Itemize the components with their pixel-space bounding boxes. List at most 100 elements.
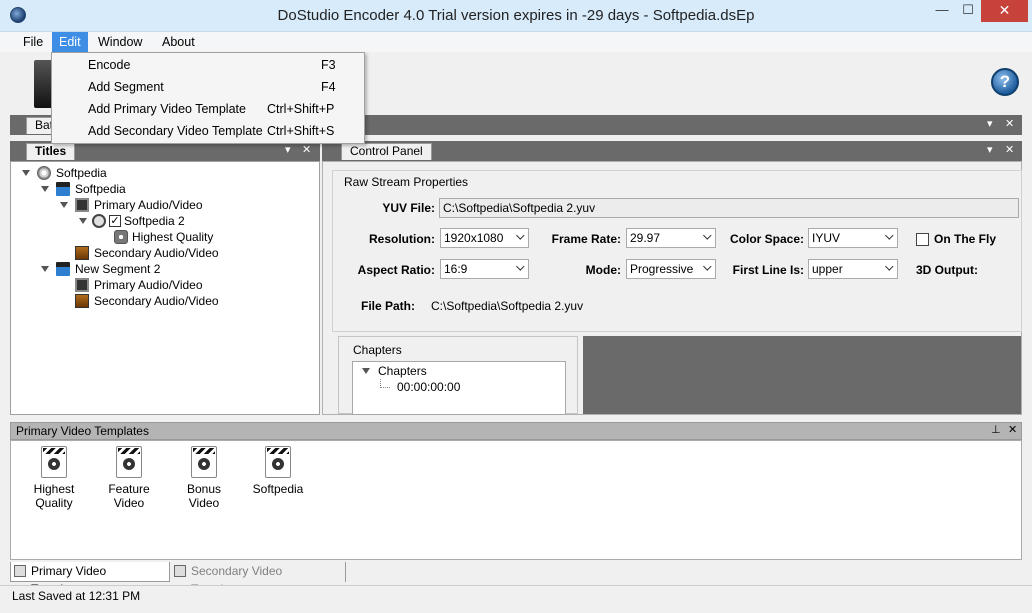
menu-item-label: Add Secondary Video Template xyxy=(88,124,263,138)
template-video-icon[interactable] xyxy=(265,446,291,478)
color-space-select[interactable]: IYUV xyxy=(808,228,898,248)
close-icon[interactable]: ✕ xyxy=(1005,142,1014,158)
frame-rate-select[interactable]: 29.97 xyxy=(626,228,716,248)
template-video-icon[interactable] xyxy=(116,446,142,478)
clapper-icon xyxy=(56,182,70,196)
template-item-label[interactable]: Feature Video xyxy=(93,482,165,510)
expand-arrow-icon[interactable] xyxy=(60,202,68,208)
templates-header-title: Primary Video Templates xyxy=(16,424,149,438)
maximize-button[interactable]: ☐ xyxy=(955,0,981,22)
close-button[interactable]: ✕ xyxy=(981,0,1028,22)
tab-primary-video-templates[interactable]: Primary Video Templates xyxy=(10,562,170,596)
tree-label: Softpedia xyxy=(75,182,126,196)
template-icon xyxy=(174,565,186,577)
reel-icon xyxy=(92,214,106,228)
checkbox-checked-icon[interactable]: ✓ xyxy=(109,215,121,227)
first-line-label: First Line Is: xyxy=(732,263,804,277)
pin-icon[interactable]: ⊥ xyxy=(991,423,1001,436)
tree-label: Secondary Audio/Video xyxy=(94,246,219,260)
tree-label: Primary Audio/Video xyxy=(94,278,203,292)
template-video-icon[interactable] xyxy=(191,446,217,478)
tree-label: Primary Audio/Video xyxy=(94,198,203,212)
aspect-ratio-label: Aspect Ratio: xyxy=(357,263,435,277)
chevron-down-icon xyxy=(885,262,894,271)
menu-item-add-primary-video-template[interactable]: Add Primary Video Template Ctrl+Shift+P xyxy=(53,98,363,120)
template-item-label[interactable]: Bonus Video xyxy=(171,482,237,510)
chevron-down-icon xyxy=(516,231,525,240)
gear-icon xyxy=(114,230,128,244)
menu-item-shortcut: Ctrl+Shift+S xyxy=(267,124,335,138)
resolution-select[interactable]: 1920x1080 xyxy=(440,228,529,248)
monitor-icon xyxy=(75,278,89,292)
tab-secondary-video-templates[interactable]: Secondary Video Templates xyxy=(171,562,346,596)
chevron-down-icon xyxy=(703,231,712,240)
window-title: DoStudio Encoder 4.0 Trial version expir… xyxy=(277,7,755,24)
first-line-select[interactable]: upper xyxy=(808,259,898,279)
expand-arrow-icon[interactable] xyxy=(79,218,87,224)
file-path-value: C:\Softpedia\Softpedia 2.yuv xyxy=(431,299,584,313)
chevron-down-icon xyxy=(703,262,712,271)
menu-file[interactable]: File xyxy=(16,32,50,52)
expand-arrow-icon[interactable] xyxy=(41,266,49,272)
close-icon[interactable]: ✕ xyxy=(302,142,311,158)
disc-icon xyxy=(37,166,51,180)
help-icon[interactable]: ? xyxy=(991,68,1019,96)
menu-about[interactable]: About xyxy=(155,32,202,52)
template-icon xyxy=(14,565,26,577)
expand-arrow-icon[interactable] xyxy=(22,170,30,176)
menu-item-add-secondary-video-template[interactable]: Add Secondary Video Template Ctrl+Shift+… xyxy=(53,120,363,142)
clapper-icon xyxy=(56,262,70,276)
chevron-down-icon[interactable]: ▾ xyxy=(987,116,993,132)
tab-titles[interactable]: Titles xyxy=(26,143,76,160)
menu-edit[interactable]: Edit xyxy=(52,32,88,52)
mode-select[interactable]: Progressive xyxy=(626,259,716,279)
close-icon[interactable]: ✕ xyxy=(1008,423,1017,436)
yuv-file-field[interactable]: C:\Softpedia\Softpedia 2.yuv xyxy=(439,198,1019,218)
aspect-ratio-value: 16:9 xyxy=(444,262,468,276)
frame-rate-value: 29.97 xyxy=(630,231,661,245)
tree-label: Softpedia xyxy=(56,166,107,180)
chevron-down-icon xyxy=(885,231,894,240)
chevron-down-icon[interactable]: ▾ xyxy=(285,142,291,158)
tree-label: Highest Quality xyxy=(132,230,214,244)
mode-value: Progressive xyxy=(630,262,694,276)
expand-arrow-icon[interactable] xyxy=(41,186,49,192)
title-bar: DoStudio Encoder 4.0 Trial version expir… xyxy=(0,0,1032,32)
menu-window[interactable]: Window xyxy=(91,32,149,52)
group-title: Raw Stream Properties xyxy=(344,175,469,189)
minimize-button[interactable]: — xyxy=(929,0,955,22)
menu-item-shortcut: F3 xyxy=(321,58,336,72)
templates-header: Primary Video Templates ⊥ ✕ xyxy=(10,422,1022,440)
preview-area xyxy=(583,336,1021,414)
on-the-fly-checkbox[interactable] xyxy=(916,233,929,246)
first-line-value: upper xyxy=(812,262,843,276)
3d-output-label: 3D Output: xyxy=(916,263,978,277)
tab-control-panel[interactable]: Control Panel xyxy=(341,143,432,160)
tree-label: Secondary Audio/Video xyxy=(94,294,219,308)
close-icon[interactable]: ✕ xyxy=(1005,116,1014,132)
yuv-file-label: YUV File: xyxy=(382,201,435,215)
menu-item-label: Add Segment xyxy=(88,80,164,94)
status-bar: Last Saved at 12:31 PM xyxy=(0,585,1032,607)
template-video-icon[interactable] xyxy=(41,446,67,478)
menu-item-label: Add Primary Video Template xyxy=(88,102,246,116)
chevron-down-icon[interactable]: ▾ xyxy=(987,142,993,158)
edit-menu-dropdown: Encode F3 Add Segment F4 Add Primary Vid… xyxy=(51,52,365,144)
tree-label: New Segment 2 xyxy=(75,262,161,276)
chapter-time: 00:00:00:00 xyxy=(397,380,461,394)
tree-label: Chapters xyxy=(378,364,427,378)
menu-item-add-segment[interactable]: Add Segment F4 xyxy=(53,76,363,98)
menu-item-label: Encode xyxy=(88,58,131,72)
expand-arrow-icon[interactable] xyxy=(362,368,370,374)
monitor-icon xyxy=(75,198,89,212)
template-item-label[interactable]: Softpedia xyxy=(251,482,305,496)
template-item-label[interactable]: Highest Quality xyxy=(17,482,91,510)
menu-item-encode[interactable]: Encode F3 xyxy=(53,54,363,76)
menu-item-shortcut: Ctrl+Shift+P xyxy=(267,102,335,116)
chapters-group-title: Chapters xyxy=(353,343,402,357)
on-the-fly-label: On The Fly xyxy=(934,232,997,246)
color-space-value: IYUV xyxy=(812,231,841,245)
chevron-down-icon xyxy=(516,262,525,271)
aspect-ratio-select[interactable]: 16:9 xyxy=(440,259,529,279)
frame-rate-label: Frame Rate: xyxy=(551,232,621,246)
